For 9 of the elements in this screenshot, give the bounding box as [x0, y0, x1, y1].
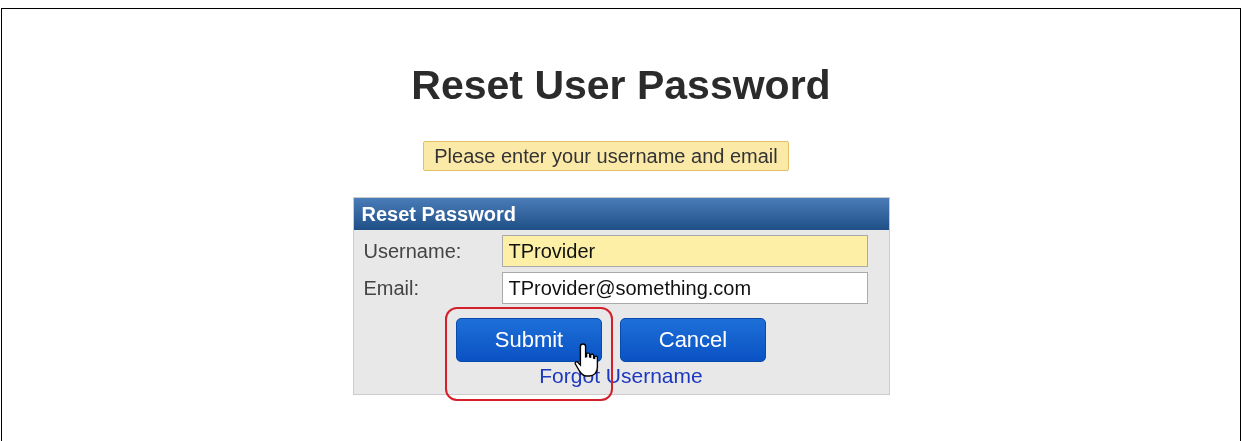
input-field[interactable]: TProvider — [501, 235, 868, 267]
action-button[interactable]: Submit — [456, 318, 602, 362]
page-title: Reset User Password — [411, 61, 831, 109]
input-field[interactable]: TProvider@something.com — [501, 272, 868, 304]
panel-header: Reset Password — [353, 198, 889, 230]
field-label: Email: — [363, 276, 421, 300]
notice-message: Please enter your username and email — [423, 141, 789, 171]
field-label: Username: — [363, 239, 463, 263]
action-button[interactable]: Cancel — [620, 318, 766, 362]
